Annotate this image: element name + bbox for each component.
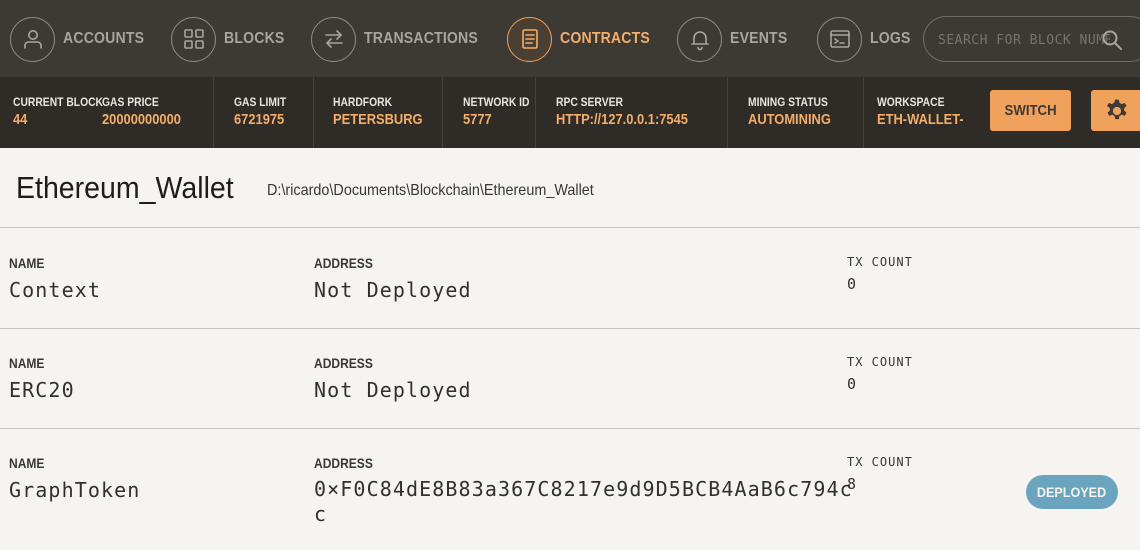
terminal-icon <box>817 16 862 62</box>
project-path: D:\ricardo\Documents\Blockchain\Ethereum… <box>267 182 594 199</box>
settings-button[interactable] <box>1091 90 1140 131</box>
stat-value: 5777 <box>463 111 492 128</box>
nav-logs[interactable]: LOGS <box>817 16 916 62</box>
contract-name: GraphToken <box>9 478 141 502</box>
stat-value: PETERSBURG <box>333 111 423 128</box>
tx-count-value: 8 <box>847 475 857 493</box>
contract-name: ERC20 <box>9 378 75 402</box>
contract-address: Not Deployed <box>314 278 472 302</box>
nav-events-label: EVENTS <box>730 30 788 47</box>
deployed-badge: DEPLOYED <box>1026 475 1118 509</box>
project-header: Ethereum_Wallet D:\ricardo\Documents\Blo… <box>0 148 1140 228</box>
stat-gas-price: GAS PRICE 20000000000 <box>102 77 194 148</box>
gear-icon <box>1107 99 1127 120</box>
switch-workspace-button[interactable]: SWITCH <box>990 90 1071 131</box>
stat-label: NETWORK ID <box>463 95 530 109</box>
stat-label: CURRENT BLOCK <box>13 95 104 109</box>
stat-value: AUTOMINING <box>748 111 831 128</box>
stat-label: MINING STATUS <box>748 95 828 109</box>
document-icon <box>507 16 552 62</box>
nav-transactions-label: TRANSACTIONS <box>364 30 478 47</box>
stat-network-id: NETWORK ID 5777 <box>442 77 540 148</box>
deployed-badge-label: DEPLOYED <box>1037 484 1107 500</box>
nav-logs-label: LOGS <box>870 30 911 47</box>
search-box <box>923 16 1140 62</box>
nav-blocks-label: BLOCKS <box>224 30 285 47</box>
name-label: NAME <box>9 255 45 271</box>
contract-row-erc20[interactable]: NAME ERC20 ADDRESS Not Deployed TX COUNT… <box>0 329 1140 429</box>
nav-accounts[interactable]: ACCOUNTS <box>10 16 155 62</box>
nav-blocks[interactable]: BLOCKS <box>171 16 293 62</box>
name-label: NAME <box>9 455 45 471</box>
nav-accounts-label: ACCOUNTS <box>63 30 145 47</box>
name-label: NAME <box>9 355 45 371</box>
tx-count-value: 0 <box>847 275 857 293</box>
project-title: Ethereum_Wallet <box>16 170 234 205</box>
nav-transactions[interactable]: TRANSACTIONS <box>311 16 494 62</box>
swap-icon <box>311 16 356 62</box>
grid-icon <box>171 16 216 62</box>
stat-rpc-server: RPC SERVER HTTP://127.0.0.1:7545 <box>535 77 709 148</box>
contract-address: Not Deployed <box>314 378 472 402</box>
stat-value: HTTP://127.0.0.1:7545 <box>556 111 688 128</box>
stat-hardfork: HARDFORK PETERSBURG <box>313 77 437 148</box>
stat-value: 6721975 <box>234 111 285 128</box>
tx-count-label: TX COUNT <box>847 355 913 369</box>
stat-label: HARDFORK <box>333 95 393 109</box>
contract-row-graphtoken[interactable]: NAME GraphToken ADDRESS 0×F0C84dE8B83a36… <box>0 429 1140 529</box>
search-input[interactable] <box>938 29 1110 51</box>
stat-value: 20000000000 <box>102 111 181 128</box>
tx-count-label: TX COUNT <box>847 255 913 269</box>
stat-label: WORKSPACE <box>877 95 945 109</box>
nav-contracts[interactable]: CONTRACTS <box>507 16 662 62</box>
stat-value: ETH-WALLET-AVOCADO <box>877 111 963 128</box>
bell-icon <box>677 16 722 62</box>
address-label: ADDRESS <box>314 255 373 271</box>
stat-value: 44 <box>13 111 28 128</box>
contract-address: 0×F0C84dE8B83a367C8217e9d9D5BCB4AaB6c794… <box>314 477 853 526</box>
nav-events[interactable]: EVENTS <box>677 16 795 62</box>
stat-label: GAS PRICE <box>102 95 159 109</box>
stat-mining-status: MINING STATUS AUTOMINING <box>727 77 844 148</box>
tx-count-value: 0 <box>847 375 857 393</box>
search-icon[interactable] <box>1100 28 1124 52</box>
contract-name: Context <box>9 278 101 302</box>
status-bar: CURRENT BLOCK 44 GAS PRICE 20000000000 G… <box>0 77 1140 148</box>
stat-workspace: WORKSPACE ETH-WALLET-AVOCADO <box>877 77 963 148</box>
stat-label: RPC SERVER <box>556 95 623 109</box>
switch-label: SWITCH <box>1004 102 1057 119</box>
person-icon <box>10 16 55 62</box>
stat-gas-limit: GAS LIMIT 6721975 <box>213 77 295 148</box>
tx-count-label: TX COUNT <box>847 455 913 469</box>
address-label: ADDRESS <box>314 355 373 371</box>
contract-row-context[interactable]: NAME Context ADDRESS Not Deployed TX COU… <box>0 229 1140 329</box>
top-navigation: ACCOUNTS BLOCKS TRANSACTIONS CONTRACTS E… <box>0 0 1140 77</box>
workspace-clip: WORKSPACE ETH-WALLET-AVOCADO <box>863 77 963 148</box>
address-label: ADDRESS <box>314 455 373 471</box>
stat-label: GAS LIMIT <box>234 95 287 109</box>
nav-contracts-label: CONTRACTS <box>560 30 650 47</box>
